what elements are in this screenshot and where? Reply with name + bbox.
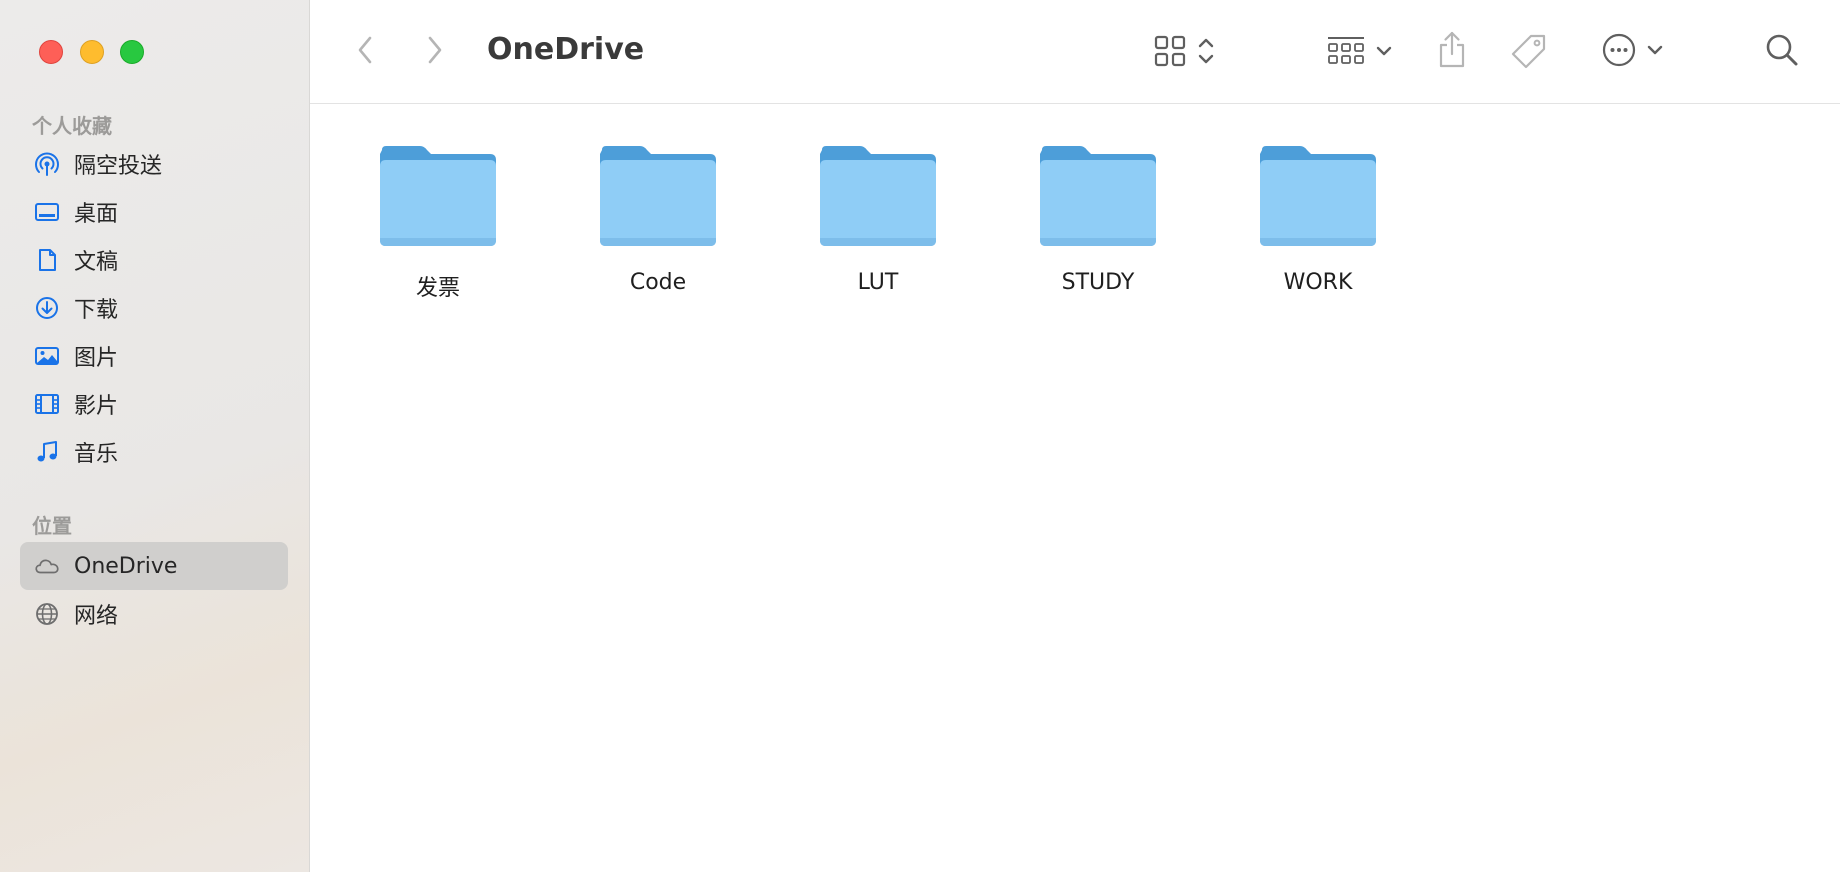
sidebar-item-onedrive[interactable]: OneDrive bbox=[20, 542, 288, 590]
view-mode-button[interactable] bbox=[1145, 32, 1225, 70]
folder-name: Code bbox=[629, 270, 687, 295]
photo-icon bbox=[34, 343, 60, 369]
search-icon bbox=[1766, 34, 1798, 66]
group-icon bbox=[1328, 37, 1364, 64]
search-button[interactable] bbox=[1762, 30, 1802, 70]
cloud-icon bbox=[34, 553, 60, 579]
document-icon bbox=[34, 247, 60, 273]
close-window-button[interactable] bbox=[39, 40, 63, 64]
sidebar-item-label: OneDrive bbox=[74, 553, 178, 579]
locations-section-title: 位置 bbox=[32, 514, 72, 538]
share-button[interactable] bbox=[1430, 28, 1474, 72]
folder-item[interactable]: WORK bbox=[1218, 144, 1418, 314]
sidebar-item-label: 图片 bbox=[74, 346, 119, 371]
folder-item[interactable]: Code bbox=[558, 144, 758, 314]
music-icon bbox=[34, 439, 60, 465]
airdrop-icon bbox=[34, 151, 60, 177]
more-icon bbox=[1602, 33, 1636, 67]
sidebar-item-label: 文稿 bbox=[74, 250, 119, 275]
maximize-window-button[interactable] bbox=[120, 40, 144, 64]
download-icon bbox=[34, 295, 60, 321]
share-icon bbox=[1439, 31, 1465, 68]
folder-name: 发票 bbox=[415, 276, 460, 301]
tag-icon bbox=[1511, 34, 1546, 69]
folder-name: STUDY bbox=[1061, 270, 1135, 295]
chevron-down-icon bbox=[1376, 46, 1392, 56]
sidebar-item-airdrop[interactable]: 隔空投送 bbox=[20, 140, 288, 188]
folder-icon bbox=[380, 146, 496, 246]
sidebar-item-desktop[interactable]: 桌面 bbox=[20, 188, 288, 236]
grid-view-icon bbox=[1154, 35, 1186, 67]
folder-item[interactable]: STUDY bbox=[998, 144, 1198, 314]
window-title: OneDrive bbox=[487, 32, 645, 67]
sidebar-item-label: 下载 bbox=[74, 298, 119, 323]
finder-window: 个人收藏 隔空投送 桌面 文稿 下载 图片 影片 音乐 位置 OneDrive … bbox=[0, 0, 1840, 872]
favorites-section-title: 个人收藏 bbox=[32, 114, 112, 138]
globe-icon bbox=[34, 601, 60, 627]
more-actions-button[interactable] bbox=[1593, 30, 1673, 70]
sidebar-item-network[interactable]: 网络 bbox=[20, 590, 288, 638]
folder-item[interactable]: 发票 bbox=[338, 144, 538, 314]
minimize-window-button[interactable] bbox=[80, 40, 104, 64]
folder-item[interactable]: LUT bbox=[778, 144, 978, 314]
sidebar-item-movies[interactable]: 影片 bbox=[20, 380, 288, 428]
toolbar: OneDrive bbox=[310, 0, 1840, 104]
group-button[interactable] bbox=[1320, 32, 1400, 70]
sidebar-item-documents[interactable]: 文稿 bbox=[20, 236, 288, 284]
folder-icon bbox=[820, 146, 936, 246]
sidebar-item-label: 隔空投送 bbox=[74, 154, 163, 179]
sort-updown-icon bbox=[1198, 38, 1214, 64]
back-chevron-icon bbox=[358, 36, 372, 64]
file-browser-content: 发票 Code LUT STUDY WORK bbox=[310, 104, 1840, 872]
folder-name: LUT bbox=[857, 270, 899, 295]
forward-chevron-icon bbox=[428, 36, 442, 64]
sidebar-item-label: 网络 bbox=[74, 604, 119, 629]
folder-icon bbox=[1260, 146, 1376, 246]
folder-icon bbox=[600, 146, 716, 246]
sidebar-item-pictures[interactable]: 图片 bbox=[20, 332, 288, 380]
tag-button[interactable] bbox=[1507, 30, 1551, 74]
sidebar-item-downloads[interactable]: 下载 bbox=[20, 284, 288, 332]
sidebar: 个人收藏 隔空投送 桌面 文稿 下载 图片 影片 音乐 位置 OneDrive … bbox=[0, 0, 310, 872]
folder-icon bbox=[1040, 146, 1156, 246]
desktop-icon bbox=[34, 199, 60, 225]
sidebar-item-label: 音乐 bbox=[74, 442, 119, 467]
sidebar-item-label: 桌面 bbox=[74, 202, 119, 227]
sidebar-item-label: 影片 bbox=[74, 394, 119, 419]
forward-button[interactable] bbox=[420, 32, 450, 68]
folder-name: WORK bbox=[1283, 270, 1353, 295]
back-button[interactable] bbox=[350, 32, 380, 68]
chevron-down-icon bbox=[1647, 45, 1663, 55]
film-icon bbox=[34, 391, 60, 417]
sidebar-item-music[interactable]: 音乐 bbox=[20, 428, 288, 476]
